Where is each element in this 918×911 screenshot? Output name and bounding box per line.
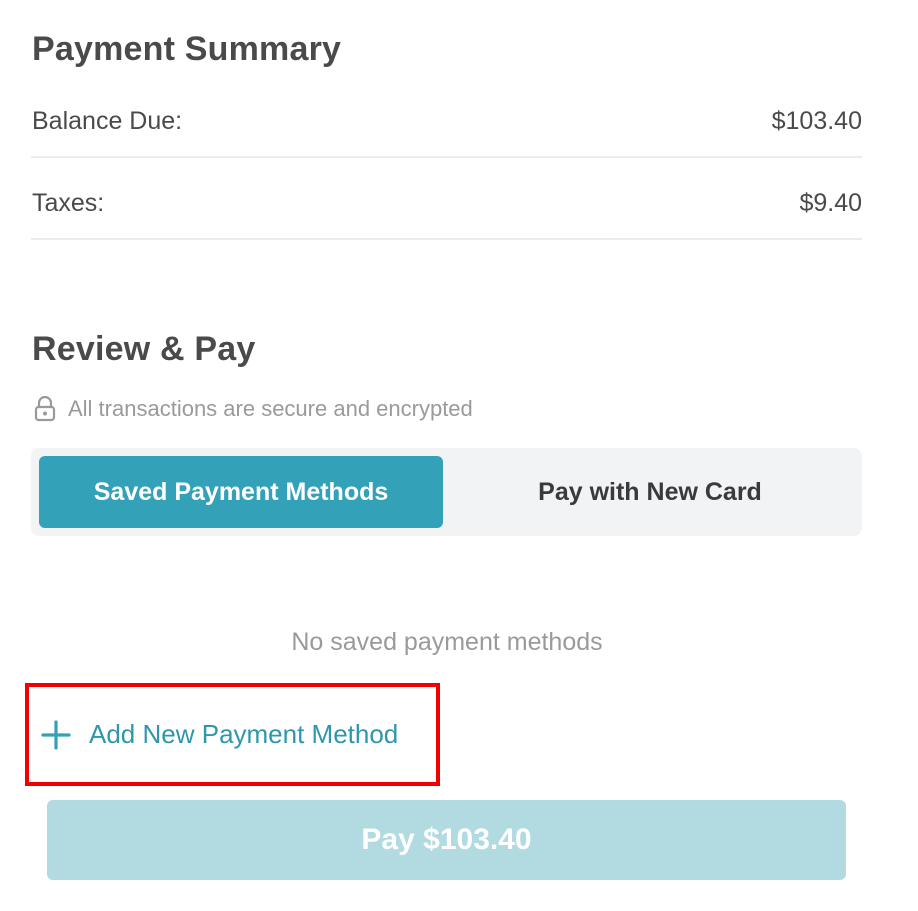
taxes-row: Taxes: $9.40	[31, 160, 862, 240]
review-pay-title: Review & Pay	[32, 330, 256, 368]
balance-due-label: Balance Due:	[32, 107, 183, 135]
tab-saved-payment-methods[interactable]: Saved Payment Methods	[39, 456, 443, 528]
pay-button[interactable]: Pay $103.40	[47, 800, 846, 880]
balance-due-value: $103.40	[771, 107, 862, 135]
plus-icon	[41, 719, 71, 750]
taxes-value: $9.40	[799, 189, 862, 217]
no-saved-methods-text: No saved payment methods	[291, 628, 603, 656]
taxes-label: Taxes:	[32, 189, 105, 217]
lock-icon	[34, 396, 56, 422]
secure-note-text: All transactions are secure and encrypte…	[68, 396, 473, 421]
add-new-payment-method-button[interactable]: Add New Payment Method	[25, 683, 440, 786]
payment-method-tabs: Saved Payment Methods Pay with New Card	[31, 448, 862, 536]
tab-pay-with-new-card[interactable]: Pay with New Card	[446, 456, 854, 528]
payment-page: Payment Summary Balance Due: $103.40 Tax…	[0, 0, 918, 911]
balance-due-row: Balance Due: $103.40	[31, 78, 862, 158]
payment-summary-title: Payment Summary	[32, 30, 342, 68]
add-new-payment-method-label: Add New Payment Method	[89, 719, 399, 749]
secure-note: All transactions are secure and encrypte…	[34, 394, 473, 424]
